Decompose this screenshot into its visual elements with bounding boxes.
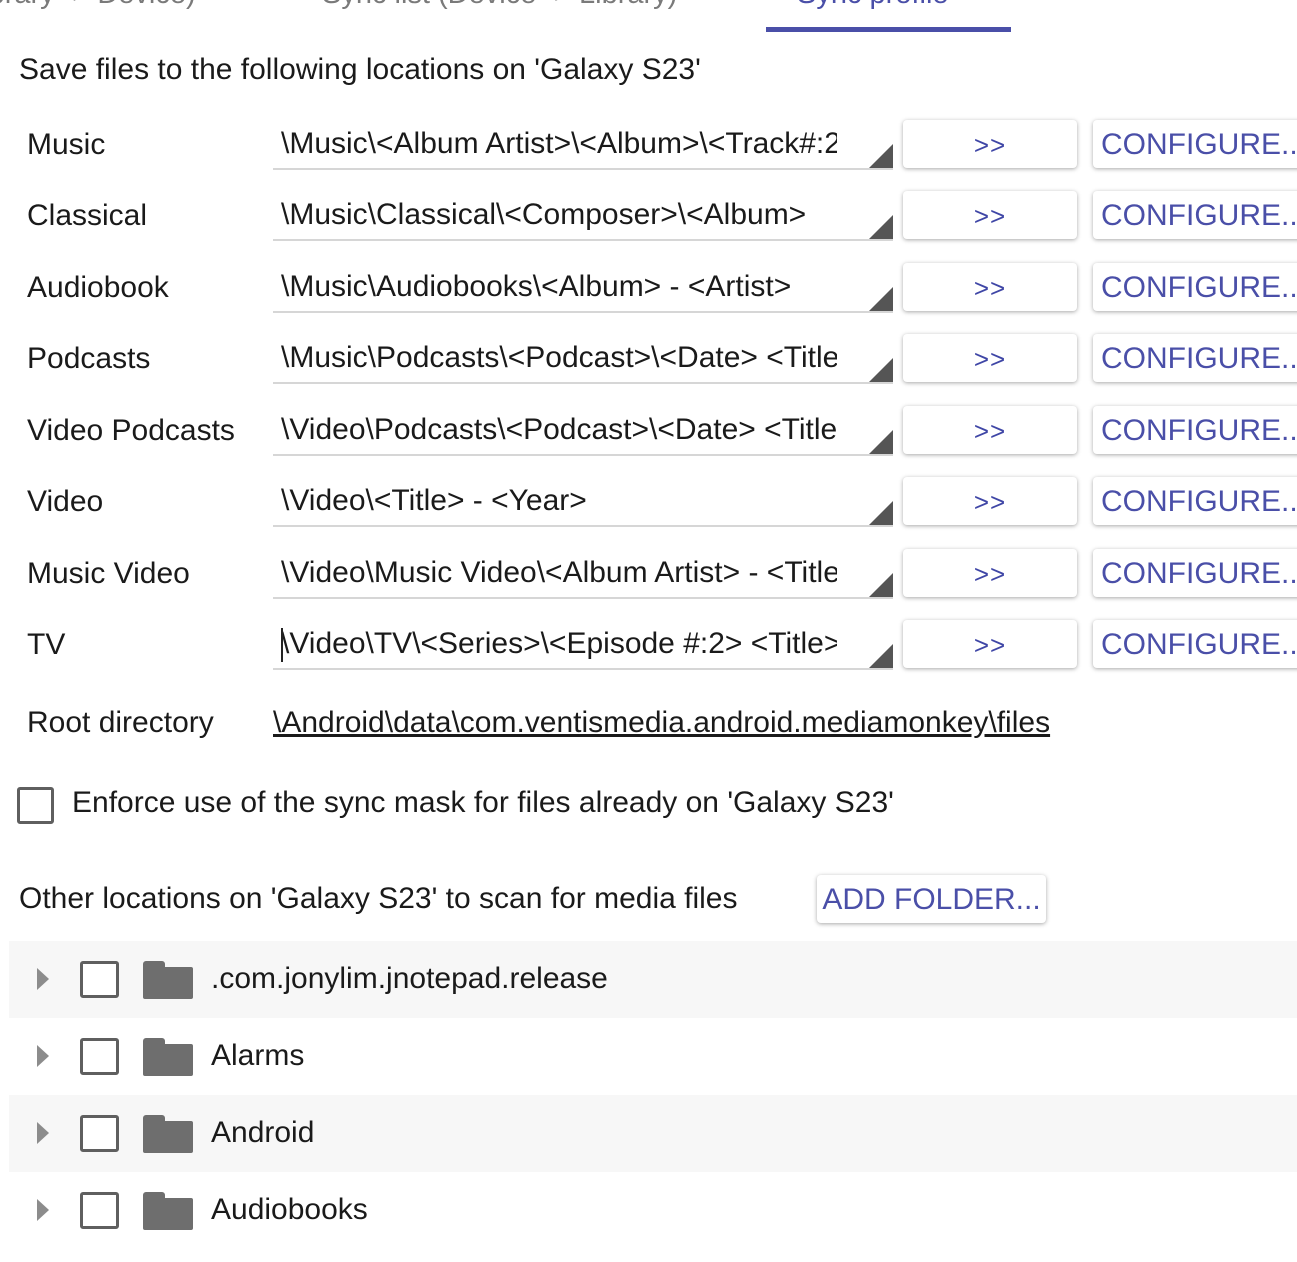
configure-button[interactable]: CONFIGURE... — [1093, 477, 1297, 525]
location-label: Music Video — [27, 557, 190, 590]
location-label: Music — [27, 128, 106, 161]
mask-options-button[interactable]: >> — [903, 263, 1077, 311]
enforce-mask-label[interactable]: Enforce use of the sync mask for files a… — [72, 782, 894, 824]
root-directory-label: Root directory — [27, 706, 214, 739]
folder-icon — [143, 1038, 193, 1076]
resize-grip-icon[interactable] — [869, 358, 893, 382]
sync-mask-text: \Music\Audiobooks\<Album> - <Artist> — [281, 270, 792, 303]
sync-mask-text: \Video\<Title> - <Year> — [281, 484, 587, 517]
sync-mask-text: \Video\TV\<Series>\<Episode #:2> <Title> — [281, 627, 837, 660]
root-directory-link[interactable]: \Android\data\com.ventismedia.android.me… — [273, 702, 1050, 744]
folder-tree: .com.jonylim.jnotepad.release Alarms And… — [9, 941, 1297, 1249]
location-row-video: Video \Video\<Title> - <Year> >> CONFIGU… — [0, 477, 1297, 537]
location-label: Podcasts — [27, 342, 151, 375]
expand-arrow-icon[interactable] — [37, 968, 49, 990]
folder-icon — [143, 1192, 193, 1230]
tab-sync-list[interactable]: Sync list (Device -> Library) — [322, 0, 677, 10]
sync-mask-text: \Music\Classical\<Composer>\<Album> — [281, 198, 807, 231]
location-label: TV — [27, 628, 66, 661]
sync-mask-field[interactable]: \Music\Classical\<Composer>\<Album> — [273, 191, 893, 241]
folder-icon — [143, 961, 193, 999]
configure-button[interactable]: CONFIGURE... — [1093, 263, 1297, 311]
location-row-classical: Classical \Music\Classical\<Composer>\<A… — [0, 191, 1297, 251]
folder-checkbox[interactable] — [80, 1192, 119, 1229]
folder-name: .com.jonylim.jnotepad.release — [211, 962, 608, 995]
mask-options-button[interactable]: >> — [903, 549, 1077, 597]
sync-mask-text: \Video\Podcasts\<Podcast>\<Date> <Title> — [281, 413, 837, 446]
folder-checkbox[interactable] — [80, 1115, 119, 1152]
resize-grip-icon[interactable] — [869, 287, 893, 311]
configure-button[interactable]: CONFIGURE... — [1093, 406, 1297, 454]
resize-grip-icon[interactable] — [869, 215, 893, 239]
expand-arrow-icon[interactable] — [37, 1122, 49, 1144]
resize-grip-icon[interactable] — [869, 644, 893, 668]
sync-mask-field[interactable]: \Video\Music Video\<Album Artist> - <Tit… — [273, 549, 893, 599]
configure-button[interactable]: CONFIGURE... — [1093, 334, 1297, 382]
configure-button[interactable]: CONFIGURE... — [1093, 191, 1297, 239]
sync-mask-field[interactable]: \Video\Podcasts\<Podcast>\<Date> <Title> — [273, 406, 893, 456]
enforce-mask-checkbox[interactable] — [17, 787, 54, 824]
mask-options-button[interactable]: >> — [903, 620, 1077, 668]
resize-grip-icon[interactable] — [869, 501, 893, 525]
tree-row[interactable]: Alarms — [9, 1018, 1297, 1095]
location-row-music: Music \Music\<Album Artist>\<Album>\<Tra… — [0, 120, 1297, 180]
folder-name: Audiobooks — [211, 1193, 368, 1226]
location-row-tv: TV \Video\TV\<Series>\<Episode #:2> <Tit… — [0, 620, 1297, 680]
mask-options-button[interactable]: >> — [903, 120, 1077, 168]
location-row-podcasts: Podcasts \Music\Podcasts\<Podcast>\<Date… — [0, 334, 1297, 394]
tree-row[interactable]: .com.jonylim.jnotepad.release — [9, 941, 1297, 1018]
tab-strip: Library -> Device) Sync list (Device -> … — [0, 0, 1297, 32]
configure-button[interactable]: CONFIGURE... — [1093, 620, 1297, 668]
folder-icon — [143, 1115, 193, 1153]
sync-mask-field[interactable]: \Video\<Title> - <Year> — [273, 477, 893, 527]
expand-arrow-icon[interactable] — [37, 1199, 49, 1221]
mask-options-button[interactable]: >> — [903, 334, 1077, 382]
locations-section-title: Save files to the following locations on… — [19, 53, 701, 86]
tree-row[interactable]: Audiobooks — [9, 1172, 1297, 1249]
location-label: Video — [27, 485, 104, 518]
location-row-video-podcasts: Video Podcasts \Video\Podcasts\<Podcast>… — [0, 406, 1297, 466]
tree-row[interactable]: Android — [9, 1095, 1297, 1172]
sync-mask-field[interactable]: \Music\<Album Artist>\<Album>\<Track#:2>… — [273, 120, 893, 170]
mask-options-button[interactable]: >> — [903, 191, 1077, 239]
sync-mask-text: \Video\Music Video\<Album Artist> - <Tit… — [281, 556, 837, 589]
resize-grip-icon[interactable] — [869, 430, 893, 454]
folder-name: Android — [211, 1116, 315, 1149]
sync-mask-text: \Music\Podcasts\<Podcast>\<Date> <Title> — [281, 341, 837, 374]
sync-mask-text: \Music\<Album Artist>\<Album>\<Track#:2>… — [281, 127, 837, 160]
resize-grip-icon[interactable] — [869, 144, 893, 168]
resize-grip-icon[interactable] — [869, 573, 893, 597]
location-label: Classical — [27, 199, 148, 232]
other-locations-label: Other locations on 'Galaxy S23' to scan … — [19, 882, 738, 915]
text-caret — [281, 628, 283, 662]
location-label: Video Podcasts — [27, 414, 235, 447]
configure-button[interactable]: CONFIGURE... — [1093, 120, 1297, 168]
folder-name: Alarms — [211, 1039, 305, 1072]
location-row-audiobook: Audiobook \Music\Audiobooks\<Album> - <A… — [0, 263, 1297, 323]
folder-checkbox[interactable] — [80, 1038, 119, 1075]
location-row-music-video: Music Video \Video\Music Video\<Album Ar… — [0, 549, 1297, 609]
location-label: Audiobook — [27, 271, 169, 304]
configure-button[interactable]: CONFIGURE... — [1093, 549, 1297, 597]
sync-mask-field[interactable]: \Video\TV\<Series>\<Episode #:2> <Title> — [273, 620, 893, 670]
mask-options-button[interactable]: >> — [903, 406, 1077, 454]
tab-sync-library-to-device[interactable]: Library -> Device) — [0, 0, 196, 10]
folder-checkbox[interactable] — [80, 961, 119, 998]
tab-sync-profile[interactable]: Sync profile — [797, 0, 949, 10]
sync-mask-field[interactable]: \Music\Audiobooks\<Album> - <Artist> — [273, 263, 893, 313]
active-tab-indicator — [766, 27, 1011, 32]
sync-mask-field[interactable]: \Music\Podcasts\<Podcast>\<Date> <Title> — [273, 334, 893, 384]
mask-options-button[interactable]: >> — [903, 477, 1077, 525]
expand-arrow-icon[interactable] — [37, 1045, 49, 1067]
add-folder-button[interactable]: ADD FOLDER... — [817, 875, 1046, 923]
